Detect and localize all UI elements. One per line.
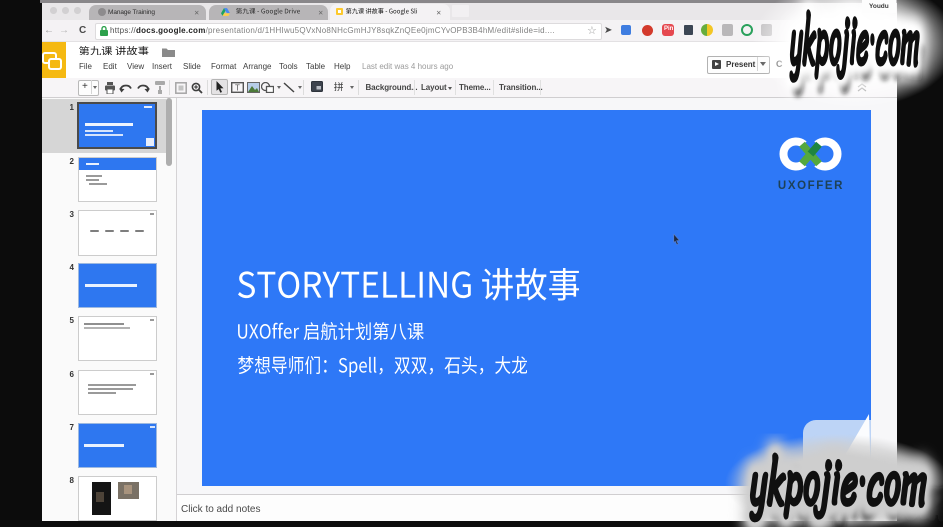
svg-text:T: T xyxy=(235,84,240,93)
